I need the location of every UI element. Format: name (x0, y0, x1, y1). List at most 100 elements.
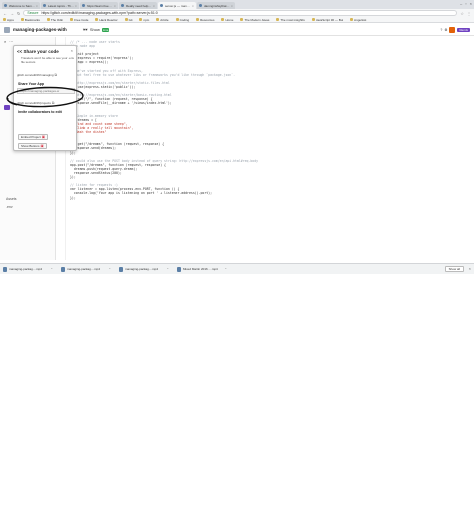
folder-icon (175, 18, 179, 21)
browser-tab[interactable]: https://learn.freecode × (80, 2, 118, 9)
chevron-up-icon[interactable]: ^ (167, 267, 168, 271)
close-window-icon[interactable]: × (470, 1, 472, 6)
bookmark-label: Hack Reactor (99, 17, 118, 22)
code-url-field[interactable]: glitch.com/edit/#!/managing ⧉ (17, 72, 74, 77)
bookmarks-bar: Apps Bookmarks The Odin Free Code Hack React… (0, 17, 474, 23)
video-file-icon (119, 266, 123, 272)
share-title[interactable]: << Share your code (17, 49, 59, 54)
share-note: Travelers won't be able to see your .env… (21, 56, 74, 64)
bookmark-item[interactable]: Apps (3, 18, 14, 22)
bookmark-item[interactable]: JavaScript 30 — Bui (311, 17, 344, 22)
code-content[interactable]: // /* ... node user starts// a node app … (70, 40, 258, 200)
sidebar-item-env[interactable]: .env (6, 205, 13, 209)
settings-button[interactable]: ⚙ (444, 28, 447, 32)
address-bar: ← → ↻ Secure https://glitch.com/edit/#!/… (0, 9, 474, 17)
folder-icon (46, 18, 50, 21)
show-button[interactable]: 🕶 Show Live (83, 27, 110, 32)
download-item[interactable]: managing-packag....mp4 ^ (119, 266, 171, 273)
code-editor[interactable]: // /* ... node user starts// a node app … (56, 37, 474, 260)
remix-button[interactable]: Remix (457, 28, 470, 32)
help-button[interactable]: ? (440, 28, 442, 32)
tab-close-icon[interactable]: × (75, 4, 77, 8)
tab-favicon-icon (43, 4, 46, 7)
bookmark-item[interactable]: Free Code (70, 18, 88, 22)
browser-tab[interactable]: damnginsfwythat.md |× (197, 2, 235, 9)
bookmark-item[interactable]: npm (139, 18, 149, 22)
bookmark-item[interactable]: The most insightfu (276, 18, 305, 22)
download-name: managing-packag....mp4 (125, 267, 159, 271)
video-file-icon (177, 266, 181, 272)
tab-close-icon[interactable]: × (231, 4, 233, 8)
download-item[interactable]: Mixed Martin 2016 ....mp4 ^ (177, 266, 229, 273)
live-badge: Live (101, 27, 110, 32)
bookmark-label: Free Code (74, 17, 89, 22)
bookmark-item[interactable]: Git (124, 18, 132, 22)
maximize-icon[interactable]: ▫ (465, 1, 466, 6)
browser-tab[interactable]: server.js — managing-p× (158, 2, 196, 9)
tab-label: Really need help with n (126, 3, 152, 8)
tab-label: https://learn.freecode (87, 3, 113, 8)
browser-tab[interactable]: Really need help with n× (119, 2, 157, 9)
browser-tab[interactable]: Latest topics - The Fre× (41, 2, 79, 9)
bookmark-item[interactable]: Home (221, 18, 233, 22)
bookmark-item[interactable]: Resources (196, 18, 214, 22)
tab-label: damnginsfwythat.md | (204, 3, 230, 8)
sidebar-item-assets[interactable]: Assets (6, 197, 17, 201)
download-name: Mixed Martin 2016 ....mp4 (183, 267, 218, 271)
folder-icon (95, 18, 99, 21)
code-line: // but feel free to use whatever libs or… (70, 72, 236, 77)
bookmark-item[interactable]: Hack Reactor (95, 17, 118, 22)
glitch-header: managing-packages-with 🕶 Show Live ? ⚙ R… (0, 24, 474, 36)
tab-favicon-icon (4, 4, 7, 7)
tab-close-icon[interactable]: × (114, 4, 116, 8)
bookmark-label: Resources (200, 17, 215, 22)
bookmark-item[interactable]: The Odin (46, 18, 63, 22)
omnibox[interactable]: Secure https://glitch.com/edit/#!/managi… (23, 10, 458, 16)
folder-icon (156, 18, 160, 21)
project-avatar-icon[interactable] (4, 26, 10, 33)
minimize-icon[interactable]: – (460, 1, 462, 6)
bookmark-item[interactable]: AngelList (350, 18, 366, 22)
download-name: managing-packag....mp4 (67, 267, 101, 271)
code-line: }); (70, 195, 76, 200)
project-name[interactable]: managing-packages-with (13, 27, 67, 32)
reload-icon[interactable]: ↻ (17, 11, 20, 16)
folder-icon (276, 18, 280, 21)
more-icon[interactable]: ⋯ (9, 39, 13, 44)
download-item[interactable]: managing-packag....mp4 ^ (3, 266, 55, 273)
bookmark-item[interactable]: Bookmarks (20, 18, 40, 22)
tab-label: server.js — managing-p (165, 3, 191, 8)
bookmark-item[interactable]: The Modern Javas (240, 18, 269, 22)
back-icon[interactable]: ← (3, 11, 7, 16)
close-icon[interactable]: × (71, 48, 73, 53)
browser-menu-icon[interactable]: ⋮ (467, 11, 471, 16)
close-shelf-icon[interactable]: × (469, 266, 471, 271)
user-avatar[interactable] (449, 27, 456, 33)
embed-icon: ▣ (41, 135, 45, 139)
browser-tab-strip: Welcome to Sam Kea | Kn×Latest topics - … (0, 0, 474, 9)
copy-icon[interactable]: ⧉ (55, 73, 58, 77)
search-icon[interactable]: ⌕ (4, 39, 6, 44)
chevron-up-icon[interactable]: ^ (225, 267, 226, 271)
header-right: ? ⚙ Remix (440, 27, 470, 33)
browser-tab[interactable]: Welcome to Sam Kea | Kn× (2, 2, 40, 9)
hand-drawn-annotation-ellipse (6, 86, 84, 108)
forward-icon[interactable]: → (10, 11, 14, 16)
tab-favicon-icon (199, 4, 202, 7)
bookmark-label: JavaScript 30 — Bui (315, 17, 344, 22)
show-all-button[interactable]: Show all (444, 266, 464, 272)
tab-favicon-icon (82, 4, 85, 7)
show-buttons-button[interactable]: Show Buttons ▣ (18, 143, 47, 149)
chevron-up-icon[interactable]: ^ (51, 267, 52, 271)
embed-project-button[interactable]: Embed Project ▣ (18, 134, 48, 140)
bookmark-star-icon[interactable]: ☆ (460, 11, 464, 16)
url-text[interactable]: https://glitch.com/edit/#!/managing-pack… (41, 11, 157, 15)
bookmark-item[interactable]: Coding (175, 18, 189, 22)
chevron-up-icon[interactable]: ^ (109, 267, 110, 271)
tab-close-icon[interactable]: × (153, 4, 155, 8)
tab-close-icon[interactable]: × (36, 4, 38, 8)
tab-close-icon[interactable]: × (192, 4, 194, 8)
folder-icon (70, 18, 74, 21)
bookmark-item[interactable]: Article (156, 18, 169, 22)
download-item[interactable]: managing-packag....mp4 ^ (61, 266, 113, 273)
